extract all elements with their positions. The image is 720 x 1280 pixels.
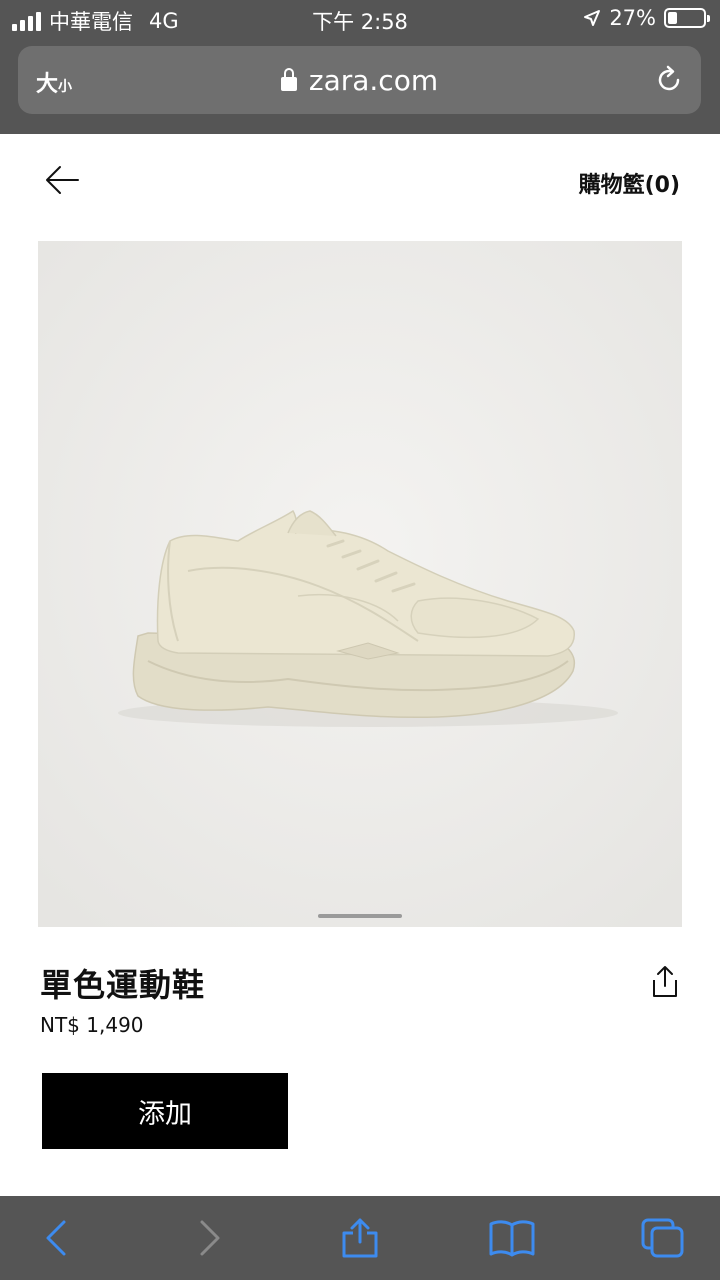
battery-icon <box>664 8 710 28</box>
bookmarks-icon[interactable] <box>488 1216 536 1260</box>
address-bar[interactable]: 大小 zara.com <box>18 46 701 114</box>
share-icon[interactable] <box>340 1216 380 1260</box>
add-to-cart-button[interactable]: 添加 <box>42 1073 288 1149</box>
battery-percent: 27% <box>609 6 656 30</box>
product-image[interactable] <box>38 241 682 927</box>
browser-chrome: 中華電信 4G 下午 2:58 27% 大小 zara.com <box>0 0 720 134</box>
tabs-icon[interactable] <box>640 1216 686 1260</box>
product-title: 單色運動鞋 <box>40 966 206 1004</box>
url-text: zara.com <box>308 64 439 97</box>
cart-link[interactable]: 購物籃(0) <box>579 167 680 199</box>
location-icon <box>584 10 601 26</box>
product-price: NT$ 1,490 <box>40 1013 144 1037</box>
browser-toolbar <box>0 1196 720 1280</box>
lock-icon <box>280 68 297 91</box>
status-bar: 中華電信 4G 下午 2:58 27% <box>0 0 720 38</box>
back-icon[interactable] <box>40 1216 74 1260</box>
reload-icon[interactable] <box>653 64 685 96</box>
url-display[interactable]: zara.com <box>18 64 701 97</box>
sneaker-illustration <box>38 241 682 927</box>
forward-icon[interactable] <box>192 1216 226 1260</box>
arrow-left-icon[interactable] <box>42 162 82 198</box>
carousel-indicator <box>318 914 402 918</box>
share-icon[interactable] <box>650 964 680 998</box>
